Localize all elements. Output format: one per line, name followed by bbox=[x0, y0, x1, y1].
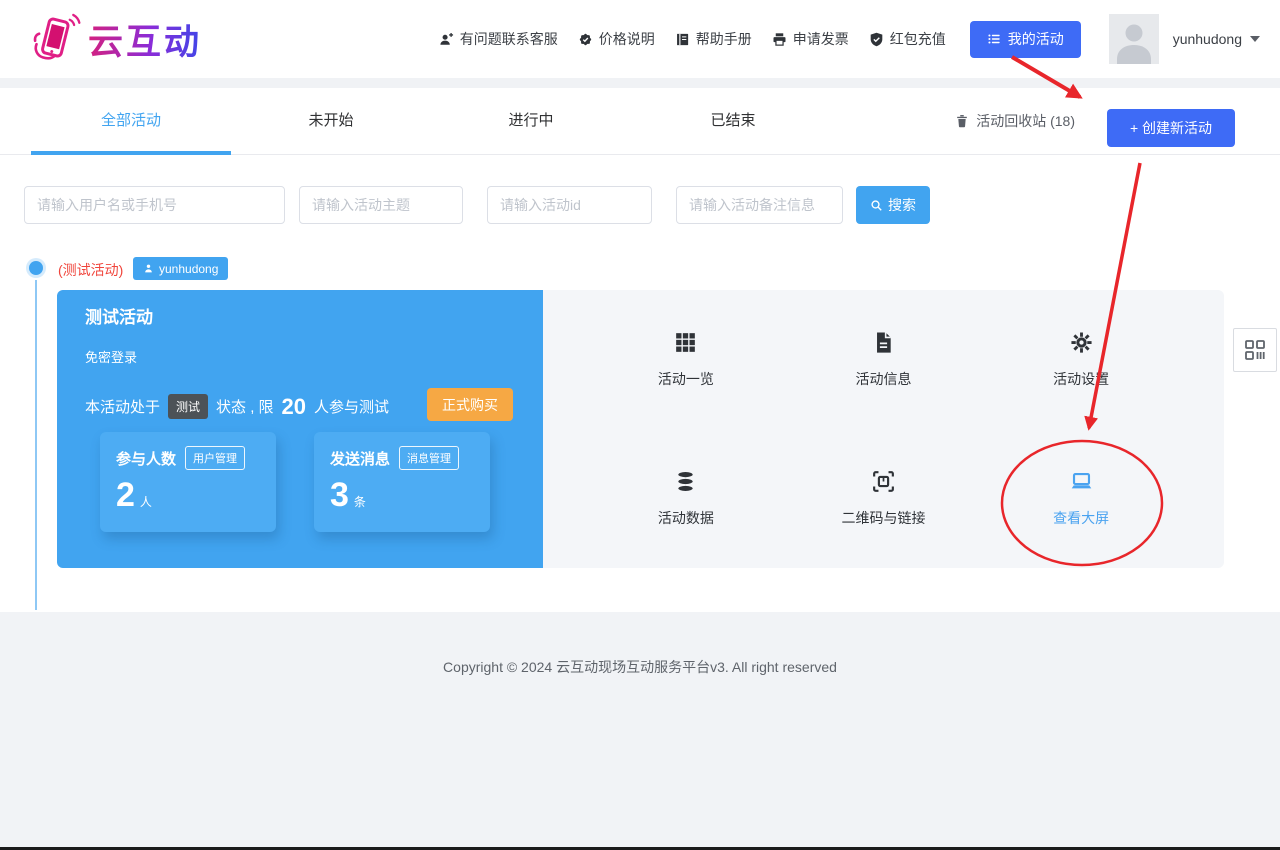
my-activities-button[interactable]: 我的活动 bbox=[969, 20, 1081, 58]
status-badge: 测试 bbox=[168, 394, 209, 419]
monitor-icon bbox=[1070, 470, 1093, 493]
main-panel: 全部活动 未开始 进行中 已结束 活动回收站 (18) + 创建新活动 搜索 (… bbox=[0, 88, 1280, 612]
phone-hand-logo-icon bbox=[26, 11, 82, 67]
tab-bar: 全部活动 未开始 进行中 已结束 活动回收站 (18) + 创建新活动 bbox=[0, 88, 1280, 155]
qr-launcher-button[interactable] bbox=[1233, 328, 1277, 372]
action-qrcode-links[interactable]: 二维码与链接 bbox=[785, 429, 983, 568]
logo[interactable]: 云互动 bbox=[26, 11, 202, 67]
participants-unit: 人 bbox=[139, 495, 152, 509]
nav-help-manual[interactable]: 帮助手册 bbox=[675, 29, 752, 49]
participants-label: 参与人数 bbox=[116, 450, 177, 468]
activity-actions-grid: 活动一览 活动信息 活动设置 活动数据 二维码与链接 查看大屏 bbox=[543, 290, 1224, 568]
message-management-button[interactable]: 消息管理 bbox=[399, 446, 460, 470]
nav-request-invoice[interactable]: 申请发票 bbox=[772, 29, 849, 49]
tab-not-started[interactable]: 未开始 bbox=[231, 88, 431, 155]
owner-tag-label: yunhudong bbox=[159, 261, 219, 276]
recycle-bin-label: 活动回收站 (18) bbox=[976, 113, 1075, 129]
nav-label: 红包充值 bbox=[889, 31, 946, 47]
participants-count: 2 bbox=[116, 476, 135, 514]
participants-stat-box: 参与人数 用户管理 2 人 bbox=[100, 432, 276, 532]
list-icon bbox=[987, 32, 1001, 46]
search-topic-input[interactable] bbox=[299, 186, 463, 224]
search-button-label: 搜索 bbox=[888, 197, 916, 213]
timeline-bullet bbox=[29, 261, 43, 275]
recycle-bin-link[interactable]: 活动回收站 (18) bbox=[955, 88, 1075, 154]
action-view-big-screen[interactable]: 查看大屏 bbox=[982, 429, 1180, 568]
my-activities-label: 我的活动 bbox=[1007, 31, 1064, 47]
status-suffix: 人参与测试 bbox=[314, 399, 390, 416]
status-middle: 状态 , 限 bbox=[216, 399, 274, 416]
tab-in-progress[interactable]: 进行中 bbox=[431, 88, 631, 155]
purchase-button[interactable]: 正式购买 bbox=[427, 388, 513, 421]
trash-icon bbox=[955, 114, 969, 128]
user-management-button[interactable]: 用户管理 bbox=[185, 446, 246, 470]
printer-icon bbox=[772, 32, 787, 47]
status-prefix: 本活动处于 bbox=[85, 399, 161, 416]
activity-status-row: 本活动处于 测试 状态 , 限 20 人参与测试 bbox=[85, 390, 389, 423]
owner-tag: yunhudong bbox=[133, 257, 229, 280]
action-label: 查看大屏 bbox=[1053, 509, 1110, 526]
shield-check-icon bbox=[869, 32, 884, 47]
nav-label: 帮助手册 bbox=[695, 31, 752, 47]
messages-stat-box: 发送消息 消息管理 3 条 bbox=[314, 432, 490, 532]
price-badge-icon bbox=[578, 32, 593, 47]
activity-title: 测试活动 bbox=[85, 308, 153, 327]
document-icon bbox=[872, 331, 895, 354]
activity-list-label: (测试活动) bbox=[58, 262, 124, 278]
gear-icon bbox=[1070, 331, 1093, 354]
tab-all-activities[interactable]: 全部活动 bbox=[31, 88, 231, 155]
user-menu[interactable]: yunhudong bbox=[1173, 31, 1260, 47]
copyright-text: Copyright © 2024 云互动现场互动服务平台v3. All righ… bbox=[443, 659, 837, 675]
tab-ended[interactable]: 已结束 bbox=[633, 88, 833, 155]
nav-pricing[interactable]: 价格说明 bbox=[578, 29, 655, 49]
chevron-down-icon bbox=[1250, 36, 1260, 42]
timeline-line bbox=[35, 280, 37, 610]
action-activity-overview[interactable]: 活动一览 bbox=[587, 290, 785, 429]
action-activity-data[interactable]: 活动数据 bbox=[587, 429, 785, 568]
logo-text: 云互动 bbox=[88, 14, 202, 65]
nav-label: 有问题联系客服 bbox=[459, 31, 558, 47]
action-label: 二维码与链接 bbox=[841, 509, 926, 526]
database-icon bbox=[674, 470, 697, 493]
action-activity-info[interactable]: 活动信息 bbox=[785, 290, 983, 429]
search-activity-id-input[interactable] bbox=[487, 186, 652, 224]
search-username-input[interactable] bbox=[24, 186, 285, 224]
book-icon bbox=[675, 32, 690, 47]
nav-label: 价格说明 bbox=[598, 31, 655, 47]
nav-redpacket-recharge[interactable]: 红包充值 bbox=[869, 29, 946, 49]
nav-label: 申请发票 bbox=[792, 31, 849, 47]
search-icon bbox=[870, 199, 883, 212]
action-label: 活动设置 bbox=[1053, 370, 1110, 387]
action-label: 活动数据 bbox=[657, 509, 714, 526]
action-activity-settings[interactable]: 活动设置 bbox=[982, 290, 1180, 429]
activity-card: 测试活动 免密登录 本活动处于 测试 状态 , 限 20 人参与测试 正式购买 … bbox=[57, 290, 1224, 568]
qrcode-icon bbox=[872, 470, 895, 493]
username: yunhudong bbox=[1172, 31, 1242, 47]
messages-label: 发送消息 bbox=[330, 450, 391, 468]
grid-icon bbox=[674, 331, 697, 354]
qr-code-icon bbox=[1243, 338, 1267, 362]
messages-unit: 条 bbox=[353, 495, 366, 509]
create-activity-button[interactable]: + 创建新活动 bbox=[1107, 109, 1235, 147]
search-button[interactable]: 搜索 bbox=[856, 186, 930, 224]
header: 云互动 有问题联系客服 价格说明 帮助手册 申请发票 红包充值 我的活动 yun… bbox=[0, 0, 1280, 78]
action-label: 活动信息 bbox=[855, 370, 912, 387]
avatar[interactable] bbox=[1108, 14, 1159, 64]
messages-count: 3 bbox=[330, 476, 349, 514]
person-icon bbox=[143, 263, 154, 274]
activity-login-mode: 免密登录 bbox=[85, 350, 138, 365]
action-label: 活动一览 bbox=[657, 370, 714, 387]
person-add-icon bbox=[439, 32, 454, 47]
activity-card-summary: 测试活动 免密登录 本活动处于 测试 状态 , 限 20 人参与测试 正式购买 … bbox=[57, 290, 543, 568]
nav-contact-support[interactable]: 有问题联系客服 bbox=[439, 29, 558, 49]
search-remark-input[interactable] bbox=[676, 186, 843, 224]
status-limit: 20 bbox=[281, 393, 307, 419]
footer: Copyright © 2024 云互动现场互动服务平台v3. All righ… bbox=[0, 612, 1280, 847]
